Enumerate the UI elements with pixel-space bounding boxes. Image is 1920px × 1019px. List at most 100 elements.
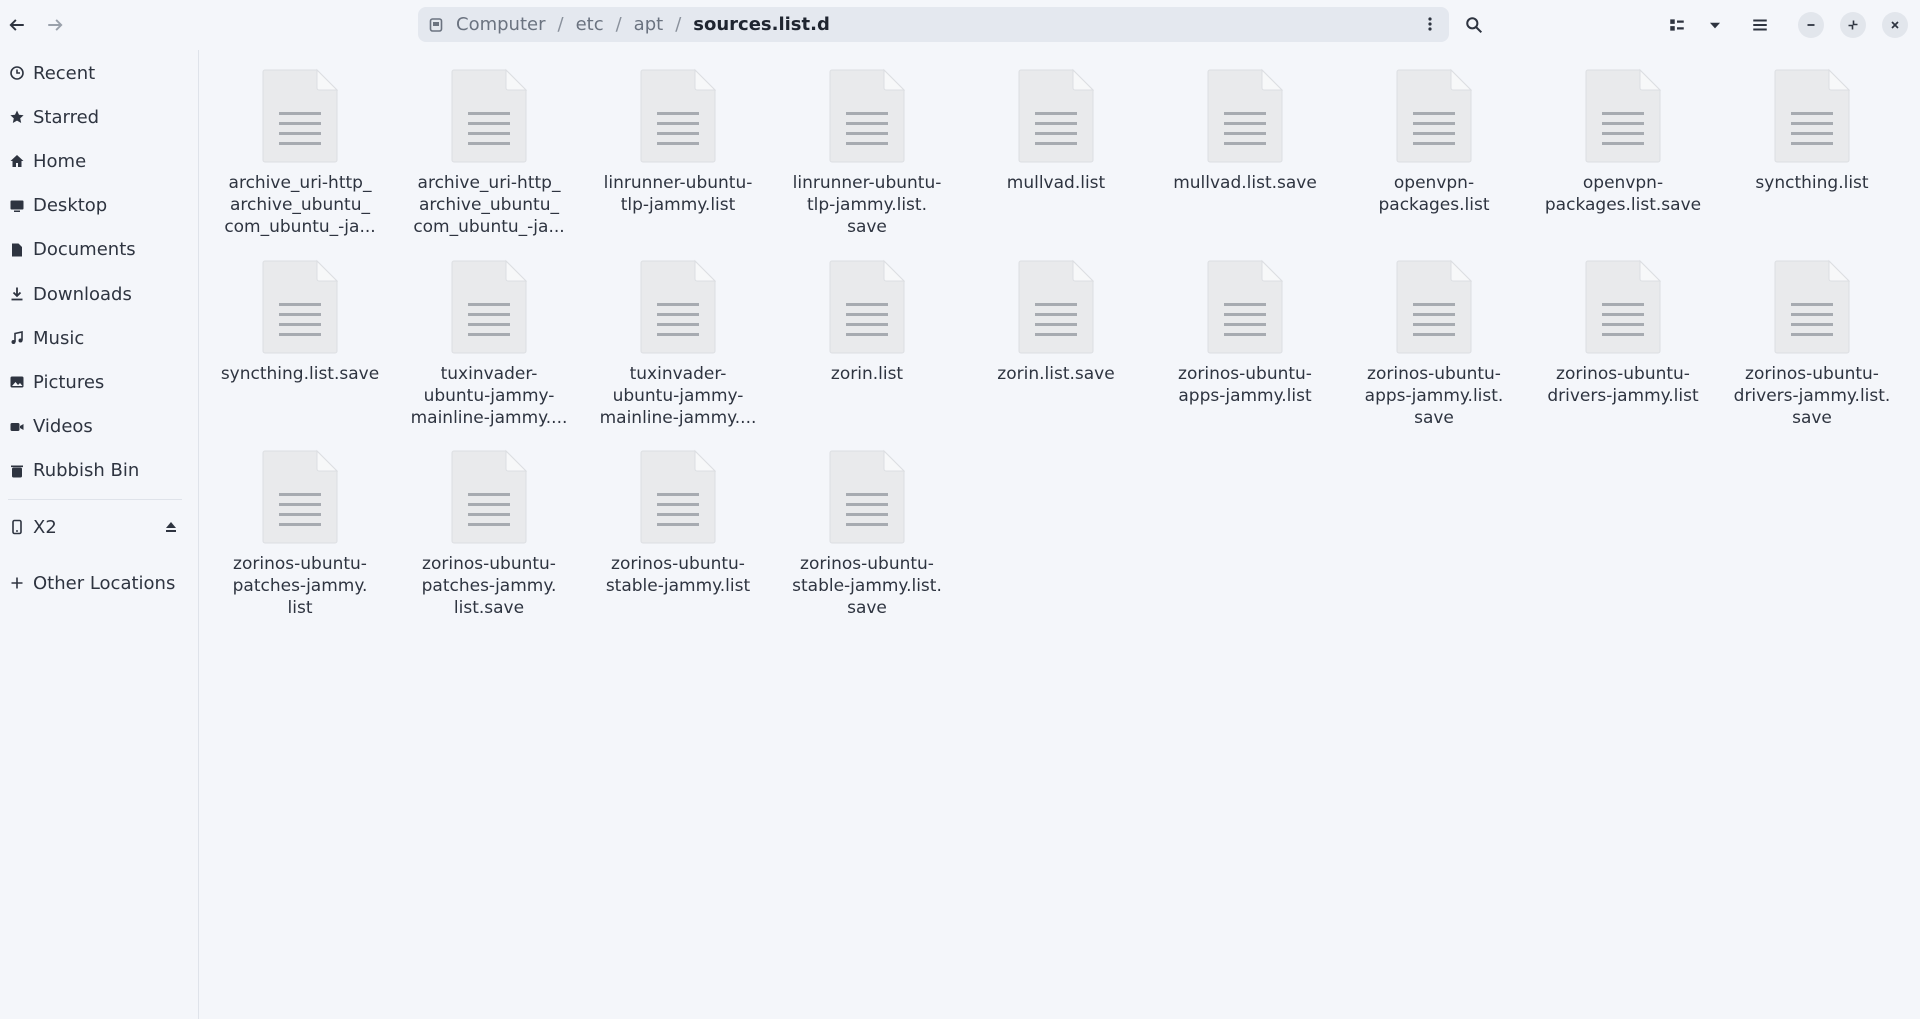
file-name: zorinos-ubuntu-patches-jammy. list.save — [404, 553, 574, 619]
close-button[interactable] — [1882, 12, 1908, 38]
file-name: zorinos-ubuntu-apps-jammy.list — [1160, 363, 1330, 407]
file-name-line: ubuntu-jammy- — [423, 386, 555, 406]
sidebar-item-videos[interactable]: Videos — [0, 407, 199, 447]
file-item[interactable]: linrunner-ubuntu-tlp-jammy.list — [583, 52, 773, 242]
file-item[interactable]: mullvad.list.save — [1150, 52, 1340, 242]
file-name-line: tuxinvader- — [440, 364, 538, 384]
file-item[interactable]: zorin.list.save — [961, 243, 1151, 433]
sidebar-item-starred[interactable]: Starred — [0, 97, 199, 137]
file-name: zorinos-ubuntu-stable-jammy.list. save — [782, 553, 952, 619]
sidebar-item-label: Videos — [33, 416, 93, 438]
file-item[interactable]: syncthing.list — [1717, 52, 1907, 242]
file-name: mullvad.list.save — [1160, 172, 1330, 194]
chevron-down-icon — [1709, 22, 1721, 29]
star-icon — [8, 109, 25, 126]
file-item[interactable]: zorinos-ubuntu-patches-jammy. list — [205, 433, 395, 623]
file-name: tuxinvader-ubuntu-jammy-mainline-jammy..… — [404, 363, 574, 429]
file-item[interactable]: archive_uri-http_ archive_ubuntu_ com_ubun… — [394, 52, 584, 242]
file-item[interactable]: archive_uri-http_ archive_ubuntu_ com_ubun… — [205, 52, 395, 242]
file-name-line: linrunner-ubuntu- — [603, 173, 753, 193]
text-file-icon — [1018, 259, 1095, 354]
file-name-line: zorinos-ubuntu- — [800, 554, 934, 574]
sidebar-item-x2[interactable]: X2 — [0, 507, 199, 547]
sidebar-item-other-locations[interactable]: Other Locations — [0, 563, 199, 603]
desktop-icon — [8, 197, 25, 214]
file-item[interactable]: zorin.list — [772, 243, 962, 433]
file-name-line: list.save — [453, 598, 525, 618]
clock-icon — [8, 65, 25, 82]
file-item[interactable]: linrunner-ubuntu-tlp-jammy.list. save — [772, 52, 962, 242]
file-name-line: apps-jammy.list. — [1364, 386, 1504, 406]
back-button[interactable] — [0, 8, 34, 42]
file-name-line: stable-jammy.list — [605, 576, 751, 596]
file-item[interactable]: tuxinvader-ubuntu-jammy-mainline-jammy..… — [583, 243, 773, 433]
text-file-icon — [262, 68, 339, 163]
path-menu-button[interactable] — [1417, 11, 1443, 37]
file-item[interactable]: zorinos-ubuntu-drivers-jammy.list — [1528, 243, 1718, 433]
file-name-line: packages.list.save — [1544, 195, 1702, 215]
file-name-line: save — [847, 598, 887, 618]
trash-icon — [8, 462, 25, 479]
file-name: archive_uri-http_ archive_ubuntu_ com_ubun… — [404, 172, 574, 238]
minimize-icon — [1807, 24, 1815, 26]
main-menu-button[interactable] — [1743, 8, 1777, 42]
text-file-icon — [262, 259, 339, 354]
breadcrumb-item[interactable]: sources.list.d — [689, 14, 834, 35]
forward-button[interactable] — [38, 8, 72, 42]
header-bar: Computer / etc / apt / sources.list.d — [0, 0, 1920, 50]
file-name-line: mainline-jammy.... — [410, 408, 568, 428]
sidebar-item-music[interactable]: Music — [0, 318, 199, 358]
file-name-line: archive_uri-http_ — [228, 173, 372, 193]
sidebar-item-pictures[interactable]: Pictures — [0, 362, 199, 402]
file-name-line: save — [847, 217, 887, 237]
arrow-right-icon — [48, 19, 63, 31]
path-bar[interactable]: Computer / etc / apt / sources.list.d — [418, 7, 1449, 42]
file-name-line: tlp-jammy.list — [620, 195, 736, 215]
sidebar-item-desktop[interactable]: Desktop — [0, 186, 199, 226]
sidebar-item-downloads[interactable]: Downloads — [0, 274, 199, 314]
restore-button[interactable] — [1840, 12, 1866, 38]
file-item[interactable]: syncthing.list.save — [205, 243, 395, 433]
plus-icon — [8, 575, 25, 592]
file-name: syncthing.list — [1727, 172, 1897, 194]
home-icon — [8, 153, 25, 170]
breadcrumb-item[interactable]: Computer — [452, 14, 549, 35]
breadcrumb-item[interactable]: etc — [572, 14, 608, 35]
sidebar-item-home[interactable]: Home — [0, 141, 199, 181]
file-item[interactable]: openvpn-packages.list — [1339, 52, 1529, 242]
file-item[interactable]: zorinos-ubuntu-drivers-jammy.list. save — [1717, 243, 1907, 433]
file-name-line: linrunner-ubuntu- — [792, 173, 942, 193]
file-name-line: zorin.list.save — [997, 364, 1115, 384]
sidebar-item-recent[interactable]: Recent — [0, 53, 199, 93]
file-item[interactable]: zorinos-ubuntu-patches-jammy. list.save — [394, 433, 584, 623]
video-icon — [8, 418, 25, 435]
search-button[interactable] — [1457, 8, 1491, 42]
sidebar-item-documents[interactable]: Documents — [0, 230, 199, 270]
file-name-line: zorin.list — [830, 364, 904, 384]
eject-icon[interactable] — [163, 519, 179, 535]
file-item[interactable]: tuxinvader-ubuntu-jammy-mainline-jammy..… — [394, 243, 584, 433]
breadcrumb-item[interactable]: apt — [630, 14, 668, 35]
file-item[interactable]: zorinos-ubuntu-apps-jammy.list — [1150, 243, 1340, 433]
file-name-line: zorinos-ubuntu- — [233, 554, 367, 574]
file-name-line: mullvad.list — [1006, 173, 1106, 193]
file-item[interactable]: zorinos-ubuntu-apps-jammy.list. save — [1339, 243, 1529, 433]
music-icon — [8, 330, 25, 347]
sidebar-item-rubbish-bin[interactable]: Rubbish Bin — [0, 451, 199, 491]
file-name: archive_uri-http_ archive_ubuntu_ com_ubun… — [215, 172, 385, 238]
sidebar-item-label: Other Locations — [33, 572, 176, 594]
close-icon — [1891, 21, 1899, 29]
text-file-icon — [262, 449, 339, 544]
file-item[interactable]: mullvad.list — [961, 52, 1151, 242]
file-item[interactable]: openvpn-packages.list.save — [1528, 52, 1718, 242]
text-file-icon — [1207, 68, 1284, 163]
sidebar-separator — [8, 499, 182, 500]
file-item[interactable]: zorinos-ubuntu-stable-jammy.list. save — [772, 433, 962, 623]
text-file-icon — [451, 449, 528, 544]
file-item[interactable]: zorinos-ubuntu-stable-jammy.list — [583, 433, 773, 623]
minimize-button[interactable] — [1798, 12, 1824, 38]
file-name-line: zorinos-ubuntu- — [1367, 364, 1501, 384]
sidebar: Recent Starred Home Desktop Documents Downloa… — [0, 50, 199, 1019]
view-options-button[interactable] — [1700, 8, 1730, 42]
view-toggle-button[interactable] — [1660, 8, 1694, 42]
